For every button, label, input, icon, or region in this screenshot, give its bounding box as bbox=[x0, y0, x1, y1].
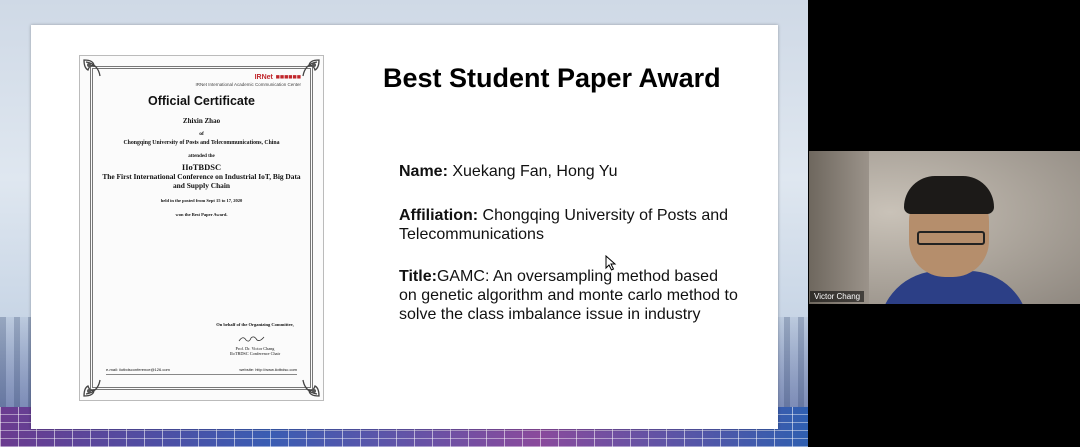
participant-name-label: Victor Chang bbox=[810, 291, 865, 302]
certificate-logo: IRNet ■■■■■■ IRNet International Academi… bbox=[181, 71, 301, 87]
signature-icon bbox=[238, 336, 265, 342]
certificate-email: e-mail: iiotbdsconference@126.com bbox=[106, 367, 170, 372]
ornament-corner-icon bbox=[82, 376, 104, 398]
name-label: Name: bbox=[399, 163, 448, 180]
certificate-conference-short: IIoTBDSC bbox=[181, 162, 222, 172]
video-background bbox=[809, 151, 869, 304]
affiliation-label: Affiliation: bbox=[399, 207, 479, 224]
name-field: Name: Xuekang Fan, Hong Yu bbox=[399, 162, 739, 181]
mouse-pointer-icon bbox=[605, 255, 617, 271]
paper-title-value: GAMC: An oversampling method based on ge… bbox=[399, 268, 738, 323]
slide-title: Best Student Paper Award bbox=[383, 63, 721, 93]
certificate-website: website: http://www.iiotbdsc.com bbox=[239, 367, 297, 372]
certificate-heading: Official Certificate bbox=[148, 94, 255, 108]
certificate-signer: Prof. Dr. Victor Chang IIoTBDSC Conferen… bbox=[200, 346, 310, 356]
certificate-attended: attended the bbox=[188, 154, 215, 159]
logo-subtitle: IRNet International Academic Communicati… bbox=[195, 82, 301, 87]
affiliation-field: Affiliation: Chongqing University of Pos… bbox=[399, 206, 739, 244]
participant-glasses bbox=[917, 231, 985, 245]
certificate-behalf: On behalf of the Organizing Committee, bbox=[216, 322, 294, 327]
signer-role: IIoTBDSC Conference Chair bbox=[229, 351, 281, 356]
certificate-recipient: Zhixin Zhao bbox=[182, 117, 221, 125]
certificate-image: IRNet ■■■■■■ IRNet International Academi… bbox=[79, 55, 324, 401]
participant-video-tile[interactable] bbox=[809, 151, 1080, 304]
name-value: Xuekang Fan, Hong Yu bbox=[447, 163, 618, 180]
certificate-held: held in the posted from Sept 15 to 17, 2… bbox=[160, 198, 243, 203]
certificate-award: won the Best Paper Award. bbox=[175, 212, 228, 217]
paper-title-label: Title: bbox=[399, 268, 437, 285]
ornament-corner-icon bbox=[299, 58, 321, 80]
paper-title-field: Title:GAMC: An oversampling method based… bbox=[399, 267, 739, 324]
certificate-footer-rule bbox=[106, 374, 297, 375]
ornament-corner-icon bbox=[299, 376, 321, 398]
shared-screen: IRNet ■■■■■■ IRNet International Academi… bbox=[0, 0, 808, 447]
logo-cjk-mark-icon: ■■■■■■ bbox=[275, 74, 301, 81]
participant-hair bbox=[904, 176, 994, 214]
certificate-of: of bbox=[199, 131, 204, 137]
presentation-slide: IRNet ■■■■■■ IRNet International Academi… bbox=[31, 25, 778, 429]
certificate-conference-full: The First International Conference on In… bbox=[102, 172, 301, 190]
ornament-corner-icon bbox=[82, 58, 104, 80]
logo-text: IRNet bbox=[254, 74, 273, 81]
certificate-border bbox=[90, 66, 313, 390]
certificate-university: Chongqing University of Posts and Teleco… bbox=[123, 140, 280, 146]
